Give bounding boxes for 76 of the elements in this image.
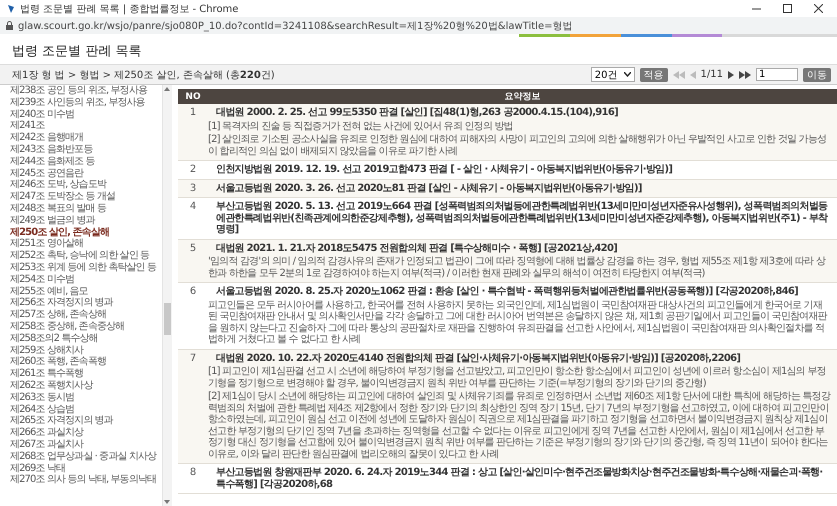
sidebar-item[interactable]: 제251조 영아살해 <box>10 238 162 250</box>
sidebar-item[interactable]: 제252조 촉탁, 승낙에 의한 살인 등 <box>10 250 162 262</box>
sidebar-item[interactable]: 제264조 상습범 <box>10 404 162 416</box>
sidebar-item[interactable]: 제242조 음행매개 <box>10 132 162 144</box>
sidebar-item[interactable]: 제259조 상해치사 <box>10 344 162 356</box>
sidebar-item[interactable]: 제257조 상해, 존속상해 <box>10 309 162 321</box>
breadcrumb: 제1장 형 법 > 형법 > 제250조 살인, 존속살해 (총220건) <box>12 68 275 82</box>
case-title-link[interactable]: 대법원 2020. 10. 22.자 2020도4140 전원합의체 판결 [살인·사체유기·아동복지법위반(아동유기·방임)] [공2020하,2206] <box>208 352 831 364</box>
row-number: 2 <box>188 164 198 176</box>
sidebar-item[interactable]: 제250조 살인, 존속살해 <box>10 226 162 238</box>
case-title-link[interactable]: 대법원 2021. 1. 21.자 2018도5475 전원합의체 판결 [특수상해미수 · 폭행] [공2021상,420] <box>208 242 831 254</box>
case-summary: [1] 목격자의 진술 등 직접증거가 전혀 없는 사건에 있어서 유죄 인정의 방법 <box>208 120 514 132</box>
scrollbar-thumb[interactable] <box>164 303 171 335</box>
sidebar-item[interactable]: 제245조 공연음란 <box>10 168 162 180</box>
case-title-link[interactable]: 인천지방법원 2019. 12. 19. 선고 2019고합473 판결 [ - 살인 · 사체유기 - 아동복지법위반(아동유기·방임)] <box>208 164 831 176</box>
sidebar-item[interactable]: 제243조 음화반포등 <box>10 144 162 156</box>
sidebar-item[interactable]: 제266조 과실치상 <box>10 427 162 439</box>
page-input[interactable]: 1 <box>756 68 798 81</box>
sidebar-item[interactable]: 제258조의2 특수상해 <box>10 332 162 345</box>
sidebar-item[interactable]: 제244조 음화제조 등 <box>10 156 162 168</box>
case-title-link[interactable]: 부산고등법원 2020. 5. 13. 선고 2019노664 판결 [성폭력범죄의처벌등에관한특례법위반(13세미만미성년자준유사성행위), 성폭력범죄의처벌등에관한특례법위반(친족관계에의한준강제추행), 성폭력범죄의처벌등에관한특례법위반(13세미만미성년자준강제추행), 아동복지법위반(주1) - 부착명령] <box>208 201 831 236</box>
sidebar-item[interactable]: 제246조 도박, 상습도박 <box>10 179 162 192</box>
close-icon[interactable] <box>814 4 823 13</box>
case-summary: [1] 피고인이 제1심판결 선고 시 소년에 해당하여 부정기형을 선고받았고, 피고인만이 항소한 항소심에서 피고인이 성년에 이르러 항소심이 제1심의 부정기형을 정기형으로 변경해야 할 경우, 불이익변경금지 원칙 위반 여부를 판단하는 기준(=부정기형의 장기와 단기의 중간형) <box>208 366 827 389</box>
sidebar-item[interactable]: 제253조 위계 등에 의한 촉탁살인 등 <box>10 262 162 274</box>
last-page-icon[interactable] <box>739 70 751 78</box>
go-button[interactable]: 이동 <box>803 68 831 82</box>
apply-button[interactable]: 적용 <box>640 68 668 82</box>
case-summary: [2] 제1심이 당시 소년에 해당하는 피고인에 대하여 살인죄 및 사체유기죄를 유죄로 인정하면서 소년법 제60조 제1항 단서에 대한 특칙에 해당하는 특정강력범죄의 처벌에 관한 특례법 제4조 제2항에서 정한 장기와 단기의 최상한인 징역 장기 15년, 단기 7년의 부정기형을 선고하였고, 이에 대하여 피고인만이 항소하였는데, 피고인이 원심 선고 이전에 성년에 도달하자 원심이 직권으로 제1심판결을 파기하고 정기형을 선고하면서 불이익변경금지 원칙상 제1심이 선고한 부정기형의 단기인 징역 7년을 초과하는 징역형을 선고할 수 없다는 이유로 피고인에게 징역 7년을 선고한 사안에서, 원심이 제1심에서 선고한 부정기형 대신 정기형을 선고함에 있어 불이익변경금지 원칙 위반 여부를 판단하는 기준은 부정기형의 장기와 단기의 중간형, 즉 징역 11년이 되어야 한다는 이유로, 이와 달리 판단한 원심판결에 법리오해의 잘못이 있다고 한 사례 <box>208 391 831 460</box>
sidebar-item[interactable]: 제258조 중상해, 존속중상해 <box>10 320 162 333</box>
sidebar-item[interactable]: 제247조 도박장소 등 개설 <box>10 191 162 203</box>
sidebar-item[interactable]: 제249조 벌금의 병과 <box>10 214 162 227</box>
case-summary: 피고인들은 모두 러시아어를 사용하고, 한국어를 전혀 사용하지 못하는 외국인인데, 제1심법원이 국민참여재판 대상사건의 피고인들에게 한국어로 기재된 국민참여재판 안내서 및 의사확인서만을 각각 송달하고 그에 대한 러시아어 번역본은 송달하지 않은 채, 제1회 공판기일에서 피고인들이 국민참여재판을 원하지 않는다고 진술하자 그에 따라 통상의 공판절차로 재판을 진행하여 유죄판결을 선고한 사안에서, 제1심법원이 국민참여재판 의사확인절차를 적법하게 거쳤다고 볼 수 없다고 한 사례 <box>208 300 828 346</box>
sidebar-item[interactable]: 제263조 동시범 <box>10 392 162 404</box>
case-summary: [2] 살인죄로 기소된 공소사실을 유죄로 인정한 원심에 대하여 피해자의 사망이 피고인의 고의에 의한 살해행위가 아닌 우발적인 사고로 인한 것일 가능성이 합리적인 의심 없이 배제되지 않았음을 이유로 파기한 사례 <box>208 134 828 157</box>
page-title: 법령 조문별 판례 목록 <box>11 43 142 61</box>
sidebar-item[interactable]: 제238조 공인 등의 위조, 부정사용 <box>10 85 162 97</box>
row-number: 1 <box>188 107 198 120</box>
lock-icon <box>6 21 13 30</box>
caret-icon <box>624 72 631 77</box>
case-title-link[interactable]: 서울고등법원 2020. 8. 25.자 2020노1062 판결 : 환송 [살인 · 특수협박 - 폭력행위등처벌에관한법률위반(공동폭행)] [각공2020하,846] <box>208 286 831 298</box>
row-number: 4 <box>188 201 198 214</box>
next-page-icon[interactable] <box>728 70 734 78</box>
row-number: 7 <box>188 352 198 366</box>
sidebar-item[interactable]: 제265조 자격정지의 병과 <box>10 415 162 428</box>
column-header: NO <box>184 92 202 102</box>
sidebar-item[interactable]: 제260조 폭행, 존속폭행 <box>10 356 162 368</box>
column-header: 요약정보 <box>504 91 542 103</box>
sidebar-item[interactable]: 제241조 <box>10 120 162 132</box>
window-title: 법령 조문별 판례 목록 | 종합법률정보 - Chrome <box>20 2 240 16</box>
row-number: 8 <box>188 467 198 480</box>
case-title-link[interactable]: 서울고등법원 2020. 3. 26. 선고 2020노81 판결 [살인 - 사체유기 - 아동복지법위반(아동유기·방임)] <box>208 182 831 194</box>
sidebar-item[interactable]: 제239조 사인등의 위조, 부정사용 <box>10 96 162 109</box>
row-number: 3 <box>188 182 198 194</box>
sidebar-item[interactable]: 제248조 복표의 발매 등 <box>10 202 162 215</box>
case-summary: '임의적 감경'의 의미 / 임의적 감경사유의 존재가 인정되고 법관이 그에 따라 징역형에 대해 법률상 감경을 하는 경우, 형법 제55조 제1항 제3호에 따라 상한과 하한을 모두 2분의 1로 감경하여야 하는지 여부(적극) / 이러한 현재 판례와 실무의 해석이 여전히 타당한지 여부(적극) <box>208 256 827 279</box>
site-logo-icon <box>6 4 16 14</box>
case-title-link[interactable]: 대법원 2000. 2. 25. 선고 99도5350 판결 [살인] [집48(1)형,263 공2000.4.15.(104),916] <box>208 107 831 118</box>
row-number: 6 <box>188 286 198 299</box>
sidebar-item[interactable]: 제261조 특수폭행 <box>10 368 162 380</box>
sidebar-item[interactable]: 제262조 폭행치사상 <box>10 380 162 392</box>
page-size-select[interactable]: 20건 <box>590 67 635 82</box>
sidebar-item[interactable]: 제267조 과실치사 <box>10 438 162 451</box>
sidebar-item[interactable]: 제240조 미수범 <box>10 108 162 120</box>
scroll-down-icon[interactable] <box>164 500 170 504</box>
sidebar-item[interactable]: 제254조 미수범 <box>10 274 162 286</box>
scroll-up-icon[interactable] <box>164 87 170 91</box>
maximize-icon[interactable] <box>783 4 792 13</box>
case-title-link[interactable]: 부산고등법원 창원재판부 2020. 6. 24.자 2019노344 판결 : 상고 [살인·살인미수·현주건조물방화치상·현주건조물방화·특수상해·재물손괴·폭행·특수폭행] [각공2020하,68 <box>208 467 831 490</box>
sidebar-item[interactable]: 제268조 업무상과실 · 중과실 치사상 <box>10 450 162 462</box>
sidebar-item[interactable]: 제255조 예비, 음모 <box>10 286 162 298</box>
sidebar-item[interactable]: 제256조 자격정지의 병과 <box>10 297 162 310</box>
page-indicator: 1/11 <box>700 69 723 80</box>
sidebar-item[interactable]: 제269조 낙태 <box>10 462 162 474</box>
sidebar-item[interactable]: 제270조 의사 등의 낙태, 부동의낙태 <box>10 474 162 486</box>
row-number: 5 <box>188 242 198 256</box>
